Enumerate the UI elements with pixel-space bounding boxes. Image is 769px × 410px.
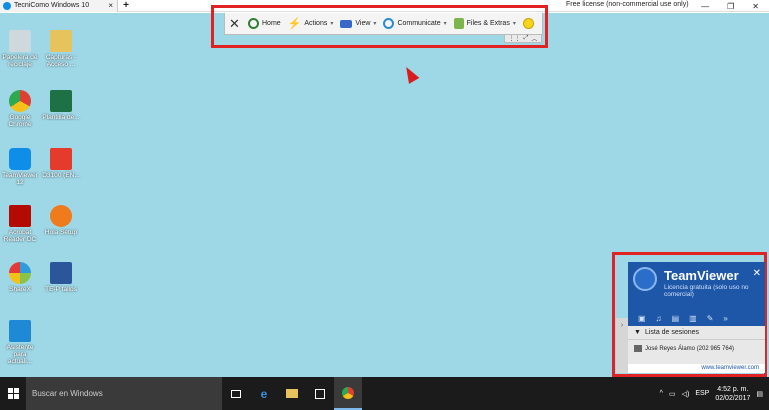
network-icon[interactable]: ▭ (669, 390, 676, 398)
desktop-icon-sharex[interactable]: ShareX (1, 262, 39, 293)
volume-icon[interactable]: ◁) (682, 390, 690, 398)
clock[interactable]: 4:52 p. m. 02/02/2017 (715, 385, 750, 403)
teamviewer-actions: ▣ ♫ ▤ ▥ ✎ » (628, 310, 765, 326)
close-icon[interactable]: ✕ (753, 268, 761, 279)
edge-icon: e (260, 386, 268, 401)
license-label: Free license (non-commercial use only) (566, 1, 689, 8)
desktop-icon-capturas[interactable]: Capturas - Acceso ... (42, 30, 80, 68)
taskbar-explorer[interactable] (278, 377, 306, 410)
task-view-icon (231, 389, 241, 398)
taskbar-store[interactable] (306, 377, 334, 410)
desktop-icon-acrobat[interactable]: Acrobat Reader DC (1, 205, 39, 243)
highlight-toolbar (211, 5, 548, 48)
folder-icon (286, 389, 298, 398)
excel-icon (50, 90, 72, 112)
taskbar: Buscar en Windows e ^ ▭ ◁) ESP 4:52 p. m… (0, 377, 769, 410)
maximize-button[interactable]: ❐ (727, 2, 734, 11)
new-tab-button[interactable]: + (118, 0, 134, 11)
desktop-icon-chrome[interactable]: Google Chrome (1, 90, 39, 128)
session-tab[interactable]: TecniComo Windows 10 × (0, 0, 118, 12)
system-tray: ^ ▭ ◁) ESP 4:52 p. m. 02/02/2017 ▤ (660, 385, 769, 403)
more-icon[interactable]: » (723, 314, 727, 323)
teamviewer-link[interactable]: www.teamviewer.com (628, 364, 765, 373)
windows-logo-icon (7, 388, 19, 399)
chrome-icon (9, 90, 31, 112)
hola-icon (50, 205, 72, 227)
teamviewer-tab-icon (3, 1, 11, 10)
desktop-icon-teamviewer[interactable]: TeamViewer 12 (1, 148, 39, 186)
taskbar-chrome[interactable] (334, 377, 362, 410)
chat-icon[interactable]: ▤ (672, 314, 680, 323)
panel-expand-tab[interactable]: › (616, 318, 628, 373)
tools-icon[interactable]: ✎ (707, 314, 714, 323)
desktop-icon-hola[interactable]: Hola Setup (42, 205, 80, 236)
windows-icon (9, 320, 31, 342)
session-item[interactable]: José Reyes Álamo (202 965 764) (628, 340, 765, 357)
close-window-button[interactable]: ✕ (752, 2, 759, 11)
sharex-icon (9, 262, 31, 284)
teamviewer-panel: TeamViewer Licencia gratuita (solo uso n… (628, 262, 765, 373)
tab-close-icon[interactable]: × (108, 1, 113, 10)
minimize-button[interactable]: — (701, 2, 709, 11)
desktop-icon-excel[interactable]: Plantilla de... (42, 90, 80, 121)
chevron-up-icon[interactable]: ^ (660, 390, 663, 397)
desktop-icon-pdf[interactable]: D3100 (EN... (42, 148, 80, 179)
pdf-icon (50, 148, 72, 170)
clock-date: 02/02/2017 (715, 394, 751, 402)
file-icon[interactable]: ▥ (689, 314, 697, 323)
folder-icon (50, 30, 72, 52)
taskbar-edge[interactable]: e (250, 377, 278, 410)
headset-icon[interactable]: ♫ (656, 314, 662, 323)
acrobat-icon (9, 205, 31, 227)
computer-icon (634, 345, 642, 352)
chevron-down-icon: ▼ (634, 329, 641, 336)
taskbar-search[interactable]: Buscar en Windows (26, 377, 222, 410)
teamviewer-header: TeamViewer Licencia gratuita (solo uso n… (628, 262, 765, 310)
session-list-header[interactable]: ▼ Lista de sesiones (628, 326, 765, 340)
teamviewer-title: TeamViewer (664, 268, 739, 283)
chrome-icon (342, 386, 354, 399)
recycle-bin-icon (9, 30, 31, 52)
language-indicator[interactable]: ESP (695, 390, 709, 397)
word-icon (50, 262, 72, 284)
teamviewer-icon (9, 148, 31, 170)
video-icon[interactable]: ▣ (638, 314, 646, 323)
store-icon (315, 388, 325, 399)
window-controls: — ❐ ✕ (701, 0, 759, 12)
teamviewer-logo-icon (633, 267, 657, 291)
teamviewer-license: Licencia gratuita (solo uso no comercial… (664, 284, 749, 298)
clock-time: 4:52 p. m. (717, 385, 749, 393)
desktop-icon-recycle-bin[interactable]: Papelera de reciclaje (1, 30, 39, 68)
desktop-icon-word[interactable]: TE-P fallos (42, 262, 80, 293)
notifications-icon[interactable]: ▤ (756, 390, 763, 398)
desktop-icon-windows-update[interactable]: Asistente para actuali... (1, 320, 39, 365)
task-view-button[interactable] (222, 377, 250, 410)
session-tab-title: TecniComo Windows 10 (14, 2, 90, 9)
start-button[interactable] (0, 377, 26, 410)
